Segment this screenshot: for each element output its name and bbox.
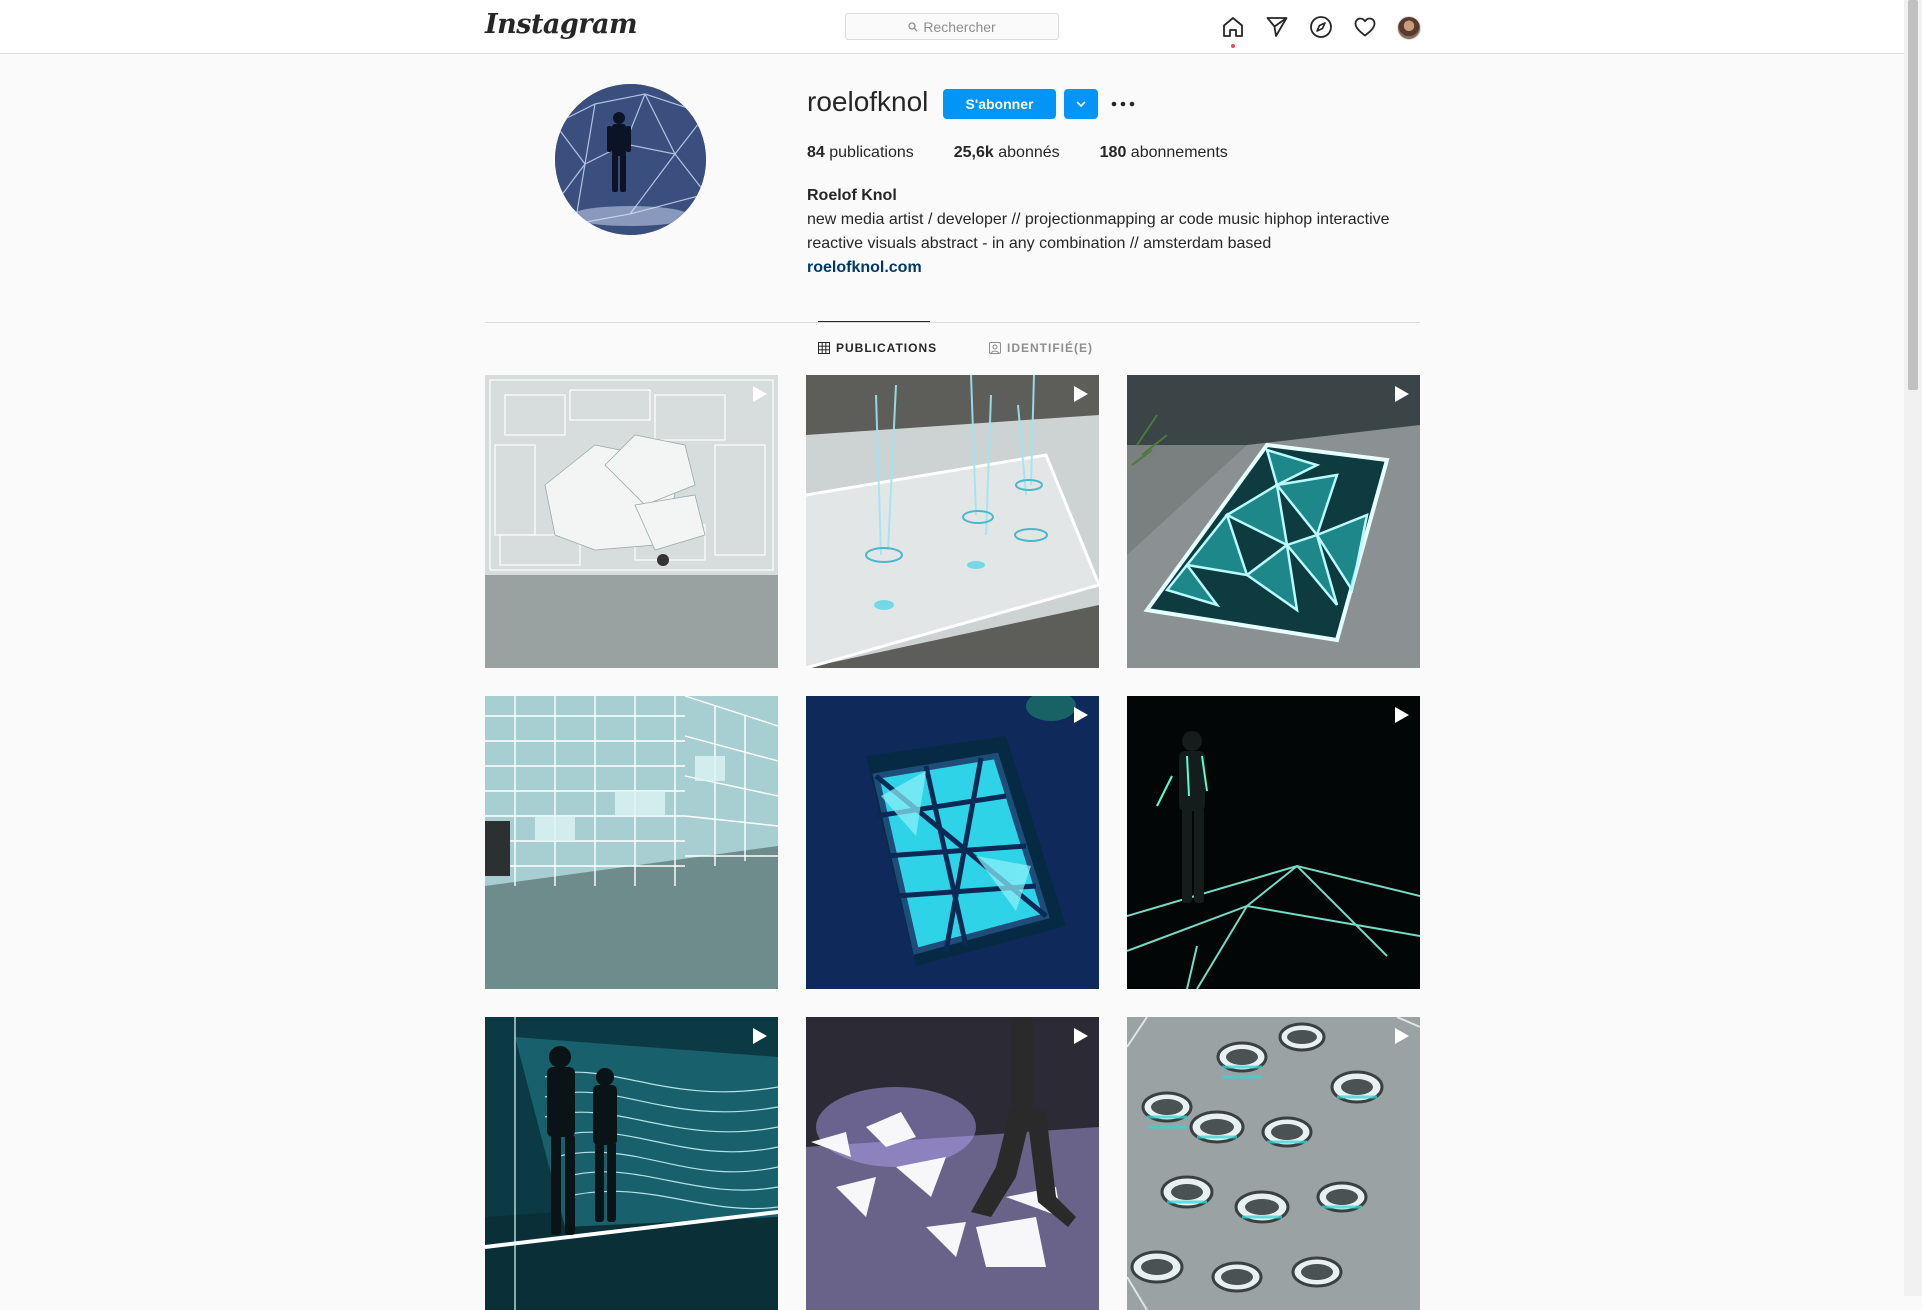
instagram-logo[interactable]: Instagram <box>485 9 638 40</box>
activity-heart-icon[interactable] <box>1351 13 1379 41</box>
chevron-down-icon <box>1076 101 1086 107</box>
followers-count-label: abonnés <box>998 144 1060 161</box>
search-placeholder: Rechercher <box>923 18 996 35</box>
direct-icon[interactable] <box>1263 13 1291 41</box>
post-thumbnail[interactable] <box>1127 1017 1420 1310</box>
profile-website-link[interactable]: roelofknol.com <box>807 256 1407 280</box>
tab-publications[interactable]: PUBLICATIONS <box>818 341 937 355</box>
tab-tagged-label: IDENTIFIÉ(E) <box>1007 341 1093 355</box>
posts-count-value: 84 <box>807 144 825 161</box>
tagged-user-icon <box>989 342 1001 354</box>
post-thumbnail[interactable] <box>806 696 1099 989</box>
more-options-button[interactable] <box>1110 92 1136 116</box>
post-thumbnail[interactable] <box>806 375 1099 668</box>
profile-full-name: Roelof Knol <box>807 187 897 204</box>
followers-count[interactable]: 25,6k abonnés <box>954 144 1060 162</box>
followers-count-value: 25,6k <box>953 144 994 161</box>
profile-bio: Roelof Knol new media artist / developer… <box>807 184 1407 280</box>
profile-avatar[interactable] <box>1397 16 1421 40</box>
profile-picture[interactable] <box>555 84 706 235</box>
video-play-icon <box>1074 707 1088 723</box>
post-thumbnail[interactable] <box>485 1017 778 1310</box>
search-icon <box>908 21 918 32</box>
following-count-value: 180 <box>1099 144 1127 161</box>
scrollbar-thumb[interactable] <box>1908 0 1918 390</box>
posts-count: 84 publications <box>807 144 914 162</box>
bio-line-1: new media artist / developer // projecti… <box>807 211 1390 228</box>
video-play-icon <box>753 1028 767 1044</box>
home-icon[interactable] <box>1219 13 1247 41</box>
top-navigation-bar: Instagram Rechercher <box>0 0 1904 54</box>
video-play-icon <box>1395 1028 1409 1044</box>
following-count[interactable]: 180 abonnements <box>1100 144 1228 162</box>
tab-publications-label: PUBLICATIONS <box>836 341 938 355</box>
post-thumbnail[interactable] <box>1127 696 1420 989</box>
video-play-icon <box>1395 707 1409 723</box>
follow-button[interactable]: S'abonner <box>943 89 1056 119</box>
post-thumbnail[interactable] <box>485 696 778 989</box>
explore-icon[interactable] <box>1307 13 1335 41</box>
tab-tagged[interactable]: IDENTIFIÉ(E) <box>989 341 1093 355</box>
tabs-divider <box>485 322 1420 323</box>
notification-dot <box>1231 44 1235 48</box>
profile-username: roelofknol <box>807 86 929 117</box>
video-play-icon <box>1395 386 1409 402</box>
video-play-icon <box>1074 386 1088 402</box>
video-play-icon <box>1074 1028 1088 1044</box>
posts-count-label: publications <box>829 144 914 161</box>
post-thumbnail[interactable] <box>1127 375 1420 668</box>
post-thumbnail[interactable] <box>485 375 778 668</box>
more-dots-icon <box>1111 101 1135 107</box>
profile-stats: 84 publications 25,6k abonnés 180 abonne… <box>807 144 1268 162</box>
grid-icon <box>818 342 830 354</box>
video-play-icon <box>753 386 767 402</box>
active-tab-indicator <box>818 321 930 322</box>
bio-line-2: reactive visuals abstract - in any combi… <box>807 235 1272 252</box>
post-thumbnail[interactable] <box>806 1017 1099 1310</box>
suggestions-dropdown-button[interactable] <box>1064 89 1098 119</box>
following-count-label: abonnements <box>1130 144 1228 161</box>
search-input[interactable]: Rechercher <box>845 13 1059 40</box>
